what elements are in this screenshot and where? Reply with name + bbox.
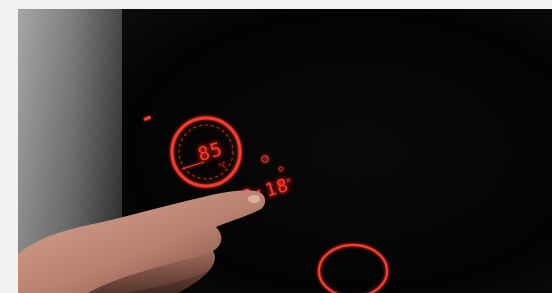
fingernail xyxy=(248,195,260,203)
image-frame: 85 °C H.M 0:18 xyxy=(0,0,552,293)
hand-graphic xyxy=(18,190,266,293)
cooktop-photo: 85 °C H.M 0:18 xyxy=(18,9,552,293)
